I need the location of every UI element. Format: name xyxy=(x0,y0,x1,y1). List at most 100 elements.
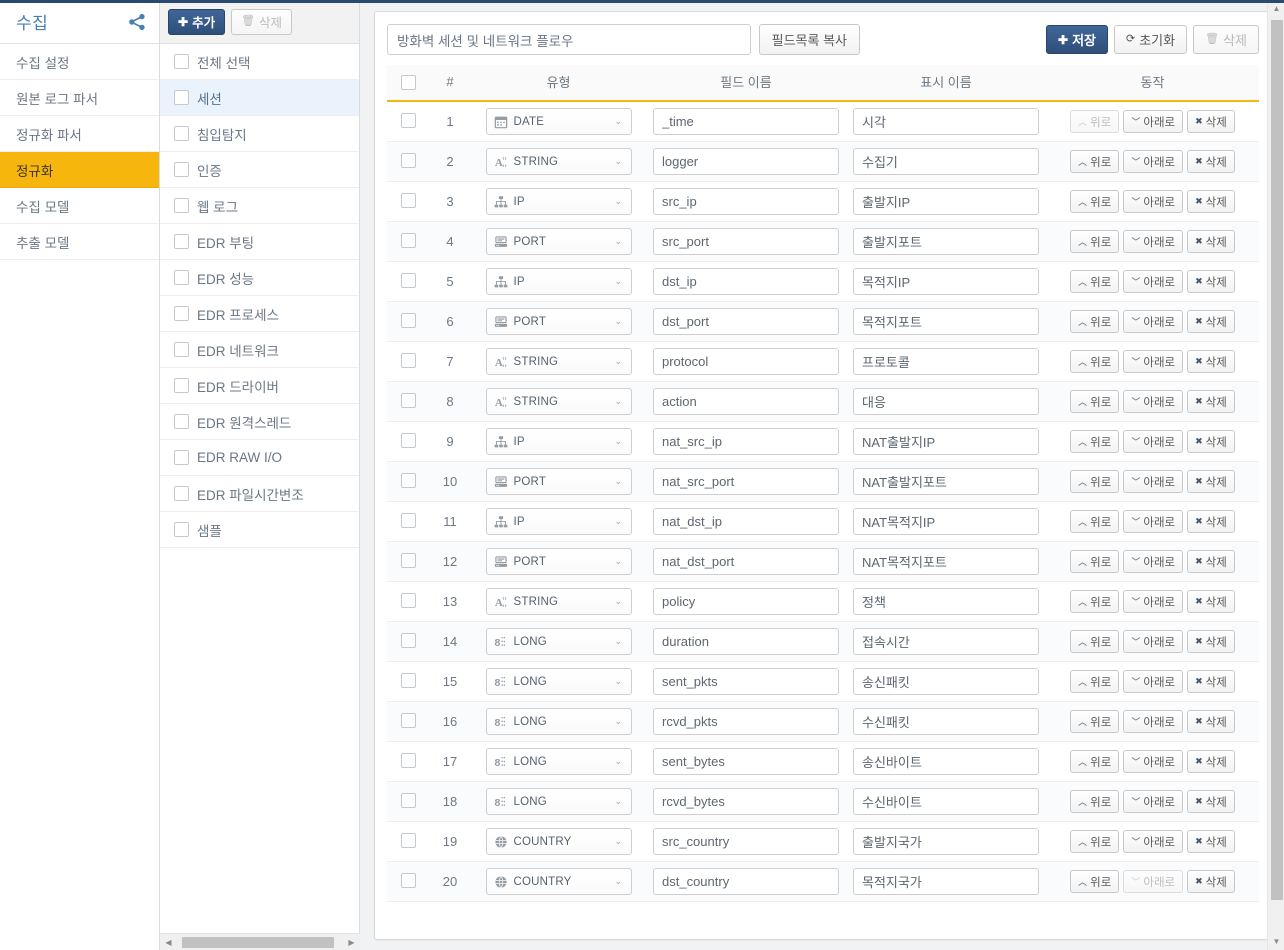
sidebar-item-3[interactable]: 정규화 파서 xyxy=(0,116,159,152)
list-item-checkbox[interactable] xyxy=(174,414,189,429)
type-select[interactable]: COUNTRY ⌄ xyxy=(485,868,632,895)
move-down-button[interactable]: ﹀ 아래로 xyxy=(1123,710,1184,733)
row-checkbox[interactable] xyxy=(400,752,416,768)
type-select[interactable]: PORT ⌄ xyxy=(485,468,632,495)
row-checkbox[interactable] xyxy=(400,872,416,888)
row-delete-button[interactable]: ✖ 삭제 xyxy=(1187,390,1235,413)
type-select[interactable]: A STRING ⌄ xyxy=(485,388,632,415)
list-item[interactable]: EDR RAW I/O xyxy=(160,440,359,476)
field-name-input[interactable] xyxy=(653,508,839,535)
sidebar-item-2[interactable]: 원본 로그 파서 xyxy=(0,80,159,116)
move-up-button[interactable]: ︿ 위로 xyxy=(1070,670,1120,693)
scroll-right-arrow-icon[interactable]: ▶ xyxy=(343,934,360,950)
move-up-button[interactable]: ︿ 위로 xyxy=(1070,870,1120,893)
row-delete-button[interactable]: ✖ 삭제 xyxy=(1187,350,1235,373)
move-down-button[interactable]: ﹀ 아래로 xyxy=(1123,190,1184,213)
field-name-input[interactable] xyxy=(653,708,839,735)
field-name-input[interactable] xyxy=(653,628,839,655)
type-select[interactable]: A STRING ⌄ xyxy=(485,148,632,175)
row-delete-button[interactable]: ✖ 삭제 xyxy=(1187,430,1235,453)
move-up-button[interactable]: ︿ 위로 xyxy=(1070,710,1120,733)
row-checkbox[interactable] xyxy=(400,432,416,448)
move-up-button[interactable]: ︿ 위로 xyxy=(1070,110,1120,133)
move-down-button[interactable]: ﹀ 아래로 xyxy=(1123,830,1184,853)
page-vertical-scrollbar[interactable]: ▲ ▼ xyxy=(1267,0,1284,950)
row-delete-button[interactable]: ✖ 삭제 xyxy=(1187,150,1235,173)
list-item[interactable]: 침입탐지 xyxy=(160,116,359,152)
type-select[interactable]: 8 LONG ⌄ xyxy=(485,748,632,775)
row-delete-button[interactable]: ✖ 삭제 xyxy=(1187,110,1235,133)
row-checkbox[interactable] xyxy=(400,352,416,368)
move-up-button[interactable]: ︿ 위로 xyxy=(1070,190,1120,213)
field-name-input[interactable] xyxy=(653,308,839,335)
row-checkbox[interactable] xyxy=(400,472,416,488)
move-down-button[interactable]: ﹀ 아래로 xyxy=(1123,790,1184,813)
display-name-input[interactable] xyxy=(853,268,1039,295)
field-name-input[interactable] xyxy=(653,388,839,415)
move-up-button[interactable]: ︿ 위로 xyxy=(1070,270,1120,293)
type-select[interactable]: IP ⌄ xyxy=(485,268,632,295)
move-down-button[interactable]: ﹀ 아래로 xyxy=(1123,750,1184,773)
description-input[interactable] xyxy=(387,24,751,55)
type-select[interactable]: PORT ⌄ xyxy=(485,308,632,335)
list-item[interactable]: 샘플 xyxy=(160,512,359,548)
row-checkbox[interactable] xyxy=(400,552,416,568)
move-down-button[interactable]: ﹀ 아래로 xyxy=(1123,670,1184,693)
field-name-input[interactable] xyxy=(653,868,839,895)
move-down-button[interactable]: ﹀ 아래로 xyxy=(1123,550,1184,573)
list-item[interactable]: EDR 프로세스 xyxy=(160,296,359,332)
list-item-checkbox[interactable] xyxy=(174,54,189,69)
move-down-button[interactable]: ﹀ 아래로 xyxy=(1123,510,1184,533)
list-item-checkbox[interactable] xyxy=(174,486,189,501)
row-checkbox[interactable] xyxy=(400,832,416,848)
field-name-input[interactable] xyxy=(653,188,839,215)
type-select[interactable]: IP ⌄ xyxy=(485,428,632,455)
vscroll-thumb[interactable] xyxy=(1271,20,1283,900)
row-delete-button[interactable]: ✖ 삭제 xyxy=(1187,550,1235,573)
move-up-button[interactable]: ︿ 위로 xyxy=(1070,150,1120,173)
type-select[interactable]: 8 LONG ⌄ xyxy=(485,628,632,655)
list-item-checkbox[interactable] xyxy=(174,522,189,537)
row-delete-button[interactable]: ✖ 삭제 xyxy=(1187,870,1235,893)
row-delete-button[interactable]: ✖ 삭제 xyxy=(1187,310,1235,333)
row-checkbox[interactable] xyxy=(400,232,416,248)
display-name-input[interactable] xyxy=(853,788,1039,815)
move-down-button[interactable]: ﹀ 아래로 xyxy=(1123,630,1184,653)
row-checkbox[interactable] xyxy=(400,192,416,208)
move-down-button[interactable]: ﹀ 아래로 xyxy=(1123,270,1184,293)
list-item[interactable]: EDR 파일시간변조 xyxy=(160,476,359,512)
field-name-input[interactable] xyxy=(653,268,839,295)
row-checkbox[interactable] xyxy=(400,312,416,328)
list-item-checkbox[interactable] xyxy=(174,378,189,393)
field-name-input[interactable] xyxy=(653,348,839,375)
move-down-button[interactable]: ﹀ 아래로 xyxy=(1123,230,1184,253)
list-item-checkbox[interactable] xyxy=(174,126,189,141)
row-delete-button[interactable]: ✖ 삭제 xyxy=(1187,230,1235,253)
display-name-input[interactable] xyxy=(853,308,1039,335)
display-name-input[interactable] xyxy=(853,748,1039,775)
move-up-button[interactable]: ︿ 위로 xyxy=(1070,350,1120,373)
row-delete-button[interactable]: ✖ 삭제 xyxy=(1187,710,1235,733)
type-select[interactable]: 8 LONG ⌄ xyxy=(485,668,632,695)
move-down-button[interactable]: ﹀ 아래로 xyxy=(1123,150,1184,173)
move-down-button[interactable]: ﹀ 아래로 xyxy=(1123,430,1184,453)
display-name-input[interactable] xyxy=(853,388,1039,415)
list-item[interactable]: 인증 xyxy=(160,152,359,188)
move-up-button[interactable]: ︿ 위로 xyxy=(1070,550,1120,573)
row-delete-button[interactable]: ✖ 삭제 xyxy=(1187,750,1235,773)
select-all-checkbox[interactable] xyxy=(400,74,416,90)
field-name-input[interactable] xyxy=(653,108,839,135)
row-checkbox[interactable] xyxy=(400,272,416,288)
sidebar-item-5[interactable]: 수집 모델 xyxy=(0,188,159,224)
row-delete-button[interactable]: ✖ 삭제 xyxy=(1187,670,1235,693)
list-item[interactable]: 전체 선택 xyxy=(160,44,359,80)
sidebar-item-1[interactable]: 수집 설정 xyxy=(0,44,159,80)
display-name-input[interactable] xyxy=(853,348,1039,375)
delete-button[interactable]: 🗑 삭제 xyxy=(231,8,293,35)
list-item-checkbox[interactable] xyxy=(174,306,189,321)
display-name-input[interactable] xyxy=(853,108,1039,135)
add-button[interactable]: ✚ 추가 xyxy=(168,8,226,35)
row-delete-button[interactable]: ✖ 삭제 xyxy=(1187,470,1235,493)
list-item[interactable]: EDR 드라이버 xyxy=(160,368,359,404)
row-checkbox[interactable] xyxy=(400,792,416,808)
